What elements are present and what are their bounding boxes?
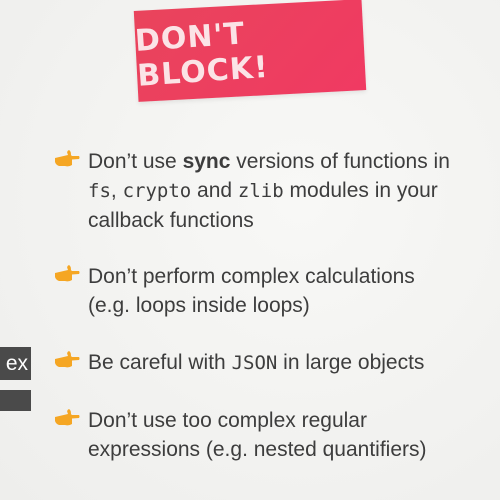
side-overlay-tab: ex	[0, 347, 31, 380]
text-span: modules in your	[283, 179, 438, 202]
bullet-line: (e.g. loops inside loops)	[88, 294, 310, 317]
text-span: Be careful with	[88, 351, 232, 374]
bullet-line: Don’t use too complex regular	[88, 409, 367, 432]
code-json: JSON	[231, 352, 278, 374]
bullet-line: fs, crypto and zlib modules in your	[88, 176, 498, 206]
bullet-text: Don’t use sync versions of functions in …	[88, 147, 498, 235]
bullet-line: callback functions	[88, 209, 254, 232]
code-zlib: zlib	[237, 180, 284, 202]
pointing-hand-icon	[55, 150, 80, 167]
code-crypto: crypto	[122, 180, 192, 202]
code-fs: fs	[88, 180, 111, 202]
bullet-line: Don’t perform complex calculations	[88, 265, 415, 288]
slide-title: DON'T BLOCK!	[133, 15, 270, 94]
pointing-hand-icon	[55, 351, 80, 368]
bullet-line: Be careful with JSON in large objects	[88, 348, 498, 378]
side-overlay-bar	[0, 390, 31, 411]
pointing-hand-icon	[55, 265, 80, 282]
keyword-sync: sync	[182, 150, 231, 173]
bullet-line: expressions (e.g. nested quantifiers)	[88, 438, 427, 461]
text-span: versions of functions in	[230, 150, 450, 173]
bullet-line: Don’t use sync versions of functions in	[88, 147, 498, 176]
side-overlay-text: ex	[5, 352, 28, 375]
bullet-text: Be careful with JSON in large objects	[88, 348, 498, 378]
title-banner: DON'T BLOCK!	[133, 0, 367, 102]
slide: DON'T BLOCK! Don’t use sync versions of …	[0, 0, 500, 500]
text-span: in large objects	[277, 351, 425, 374]
bullet-text: Don’t use too complex regular expression…	[88, 406, 498, 464]
text-span: and	[191, 179, 238, 202]
pointing-hand-icon	[55, 409, 80, 426]
bullet-text: Don’t perform complex calculations (e.g.…	[88, 262, 498, 320]
text-span: Don’t use	[88, 150, 183, 173]
text-span: ,	[110, 179, 123, 202]
